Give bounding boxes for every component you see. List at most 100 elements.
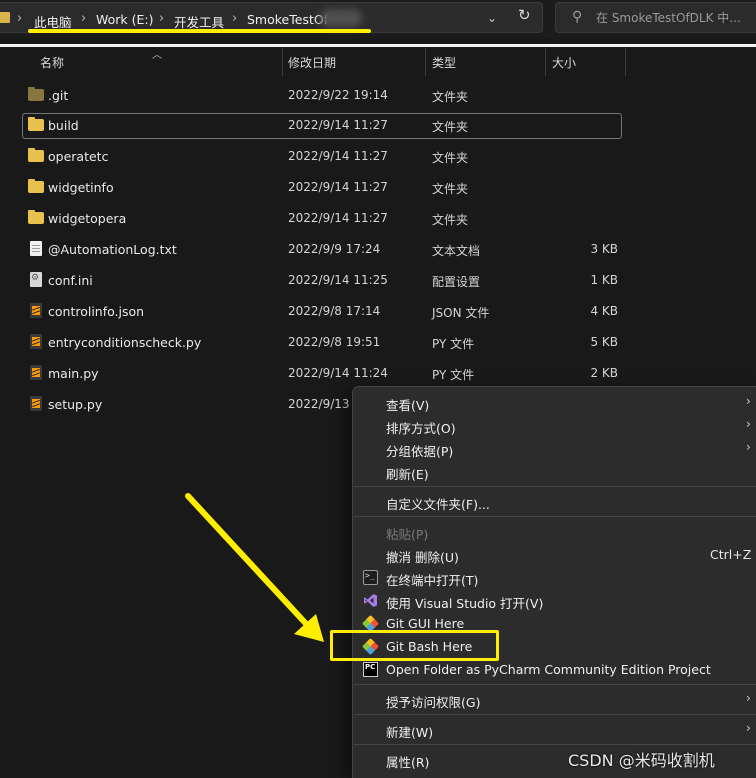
- file-name: main.py: [48, 366, 99, 381]
- watermark: CSDN @米码收割机: [568, 751, 715, 770]
- file-type: 文件夹: [432, 120, 469, 134]
- chevron-right-icon: ›: [746, 721, 751, 735]
- folder-icon: [28, 148, 44, 162]
- menu-item-label: 新建(W): [386, 725, 434, 740]
- menu-item-group[interactable]: 分组依据(P) ›: [353, 437, 756, 460]
- file-modified: 2022/9/14 11:27: [288, 149, 388, 163]
- folder-icon: [28, 117, 44, 131]
- file-name: controlinfo.json: [48, 304, 145, 319]
- file-size: 3 KB: [590, 242, 618, 256]
- menu-item-view[interactable]: 查看(V) ›: [353, 391, 756, 414]
- menu-item-label: 分组依据(P): [386, 444, 454, 459]
- column-divider[interactable]: [625, 48, 626, 76]
- chevron-down-icon[interactable]: ⌄: [487, 11, 497, 25]
- menu-item-label: 授予访问权限(G): [386, 695, 481, 710]
- file-type: PY 文件: [432, 368, 475, 382]
- list-item[interactable]: operatetc 2022/9/14 11:27 文件夹: [22, 144, 622, 170]
- menu-item-new[interactable]: 新建(W) ›: [353, 718, 756, 741]
- sort-ascending-icon: ︿: [152, 50, 162, 61]
- annotation-underline: [28, 29, 371, 33]
- menu-item-open-terminal[interactable]: 在终端中打开(T): [353, 566, 756, 589]
- chevron-right-icon: ›: [746, 440, 751, 454]
- file-modified: 2022/9/9 17:24: [288, 242, 381, 256]
- text-file-icon: [30, 241, 42, 256]
- menu-item-refresh[interactable]: 刷新(E): [353, 460, 756, 483]
- menu-item-open-visual-studio[interactable]: 使用 Visual Studio 打开(V): [353, 589, 756, 612]
- menu-item-label: 自定义文件夹(F)...: [386, 497, 490, 512]
- list-item[interactable]: widgetinfo 2022/9/14 11:27 文件夹: [22, 175, 622, 201]
- menu-item-label: Git GUI Here: [386, 616, 465, 631]
- terminal-icon: [363, 570, 378, 585]
- menu-item-label: 粘贴(P): [386, 527, 429, 542]
- file-name: widgetinfo: [48, 180, 114, 195]
- file-modified: 2022/9/14 11:27: [288, 180, 388, 194]
- file-modified: 2022/9/13: [288, 397, 350, 411]
- file-modified: 2022/9/8 17:14: [288, 304, 381, 318]
- list-item[interactable]: main.py 2022/9/14 11:24 PY 文件 2 KB: [22, 361, 622, 387]
- file-name: @AutomationLog.txt: [48, 242, 177, 257]
- file-type: JSON 文件: [432, 306, 490, 320]
- menu-item-sort[interactable]: 排序方式(O) ›: [353, 414, 756, 437]
- context-menu: 查看(V) › 排序方式(O) › 分组依据(P) › 刷新(E) 自定义文件夹…: [352, 386, 756, 778]
- shortcut-label: Ctrl+Z: [710, 547, 752, 562]
- menu-item-undo-delete[interactable]: 撤消 删除(U) Ctrl+Z: [353, 543, 756, 566]
- menu-item-label: 刷新(E): [386, 467, 429, 482]
- list-item[interactable]: build 2022/9/14 11:27 文件夹: [22, 113, 622, 139]
- file-modified: 2022/9/14 11:25: [288, 273, 388, 287]
- column-size[interactable]: 大小: [552, 54, 576, 71]
- file-modified: 2022/9/8 19:51: [288, 335, 381, 349]
- file-modified: 2022/9/14 11:27: [288, 211, 388, 225]
- column-divider[interactable]: [282, 48, 283, 76]
- column-name[interactable]: 名称: [40, 54, 64, 71]
- divider: [0, 44, 756, 47]
- menu-separator: [354, 744, 756, 745]
- sublime-file-icon: [30, 396, 42, 411]
- column-divider[interactable]: [545, 48, 546, 76]
- refresh-icon[interactable]: ↻: [518, 6, 531, 24]
- chevron-right-icon: ›: [746, 691, 751, 705]
- menu-item-customize-folder[interactable]: 自定义文件夹(F)...: [353, 490, 756, 513]
- search-box[interactable]: ⚲: [555, 2, 756, 33]
- file-name: setup.py: [48, 397, 103, 412]
- menu-separator: [354, 714, 756, 715]
- folder-icon: [28, 87, 44, 101]
- menu-item-label: 撤消 删除(U): [386, 550, 459, 565]
- list-item[interactable]: conf.ini 2022/9/14 11:25 配置设置 1 KB: [22, 268, 622, 294]
- breadcrumb-item-current-folder[interactable]: SmokeTestOf: [247, 12, 328, 27]
- file-name: operatetc: [48, 149, 109, 164]
- column-divider[interactable]: [425, 48, 426, 76]
- menu-item-label: 排序方式(O): [386, 421, 456, 436]
- sublime-file-icon: [30, 334, 42, 349]
- list-item[interactable]: .git 2022/9/22 19:14 文件夹: [22, 83, 622, 109]
- folder-icon: [28, 210, 44, 224]
- visual-studio-icon: [363, 593, 378, 608]
- search-input[interactable]: [596, 9, 756, 27]
- redaction-blur: [320, 9, 362, 27]
- breadcrumb-separator: ›: [81, 11, 87, 26]
- file-size: 1 KB: [590, 273, 618, 287]
- list-item[interactable]: @AutomationLog.txt 2022/9/9 17:24 文本文档 3…: [22, 237, 622, 263]
- folder-icon: [0, 12, 10, 23]
- file-size: 2 KB: [590, 366, 618, 380]
- breadcrumb-separator: ›: [232, 11, 238, 26]
- list-item[interactable]: widgetopera 2022/9/14 11:27 文件夹: [22, 206, 622, 232]
- column-modified[interactable]: 修改日期: [288, 54, 336, 71]
- file-type: PY 文件: [432, 337, 475, 351]
- settings-file-icon: [30, 272, 42, 287]
- column-type[interactable]: 类型: [432, 54, 456, 71]
- file-modified: 2022/9/14 11:27: [288, 118, 388, 132]
- menu-item-label: 在终端中打开(T): [386, 573, 479, 588]
- file-modified: 2022/9/14 11:24: [288, 366, 388, 380]
- file-name: widgetopera: [48, 211, 127, 226]
- file-name: entryconditionscheck.py: [48, 335, 202, 350]
- list-item[interactable]: controlinfo.json 2022/9/8 17:14 JSON 文件 …: [22, 299, 622, 325]
- menu-item-label: 属性(R): [386, 755, 430, 770]
- list-item[interactable]: entryconditionscheck.py 2022/9/8 19:51 P…: [22, 330, 622, 356]
- menu-item-open-pycharm[interactable]: Open Folder as PyCharm Community Edition…: [353, 658, 756, 681]
- menu-item-paste[interactable]: 粘贴(P): [353, 520, 756, 543]
- menu-separator: [354, 684, 756, 685]
- breadcrumb-item-work-drive[interactable]: Work (E:): [96, 12, 154, 27]
- menu-item-grant-access[interactable]: 授予访问权限(G) ›: [353, 688, 756, 711]
- menu-item-label: Open Folder as PyCharm Community Edition…: [386, 662, 711, 677]
- sublime-file-icon: [30, 365, 42, 380]
